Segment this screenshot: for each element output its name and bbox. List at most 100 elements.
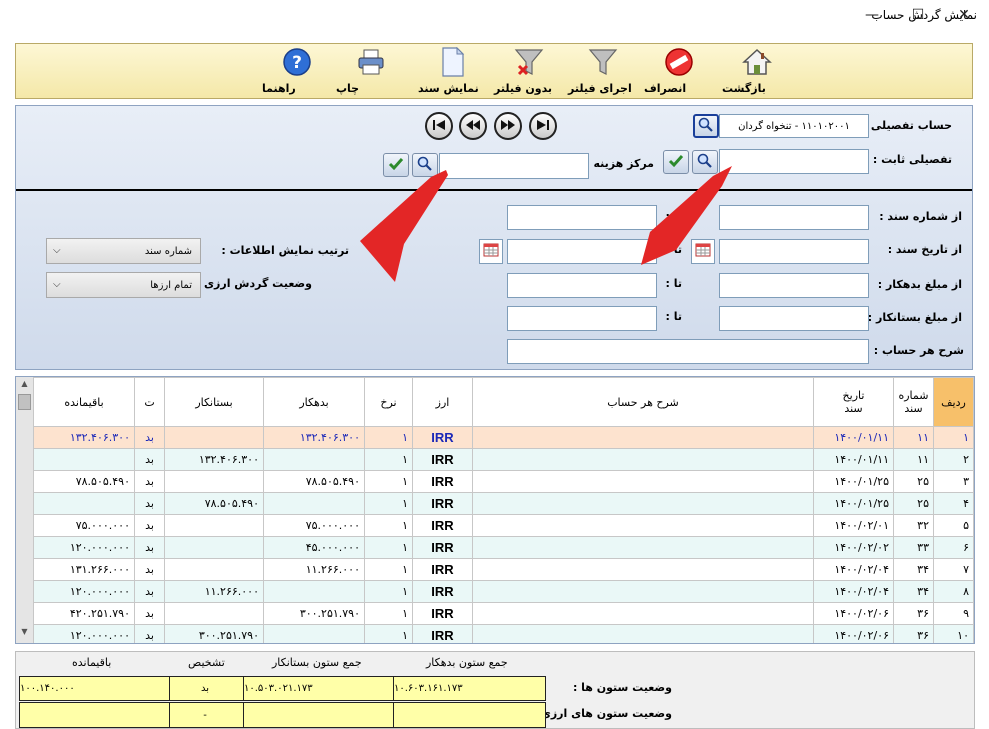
currency-columns-status-label: وضعیت ستون های ارزی : <box>532 707 672 720</box>
to-doc-no-field[interactable] <box>507 205 657 230</box>
col-credit-header[interactable]: بستانکار <box>164 377 264 427</box>
table-row[interactable]: ۳ ۲۵ ۱۴۰۰/۰۱/۲۵ IRR ۱ ۷۸.۵۰۵.۴۹۰ بد ۷۸.۵… <box>33 470 974 493</box>
maximize-button[interactable]: ☐ <box>895 0 941 30</box>
cost-center-search-button[interactable] <box>412 153 438 177</box>
to-credit-field[interactable] <box>507 306 657 331</box>
no-entry-icon <box>664 47 694 77</box>
detail-account-search-button[interactable] <box>693 114 719 138</box>
description-label: شرح هر حساب : <box>873 344 964 357</box>
table-row[interactable]: ۲ ۱۱ ۱۴۰۰/۰۱/۱۱ IRR ۱ ۱۳۲.۴۰۶.۳۰۰ بد <box>33 448 974 471</box>
fixed-detail-field[interactable] <box>719 149 869 174</box>
no-filter-button[interactable]: بدون فیلتر <box>494 47 564 97</box>
to-date-calendar-button[interactable] <box>479 239 503 264</box>
cell-diagnosis: بد <box>134 558 165 581</box>
fixed-detail-confirm-button[interactable] <box>663 150 689 174</box>
cell-row: ۲ <box>933 448 974 471</box>
funnel-remove-icon <box>514 47 544 77</box>
cell-balance: ۱۲۰.۰۰۰.۰۰۰ <box>33 536 135 559</box>
table-row[interactable]: ۱ ۱۱ ۱۴۰۰/۰۱/۱۱ IRR ۱ ۱۳۲.۴۰۶.۳۰۰ بد ۱۳۲… <box>33 426 974 449</box>
cell-doc-no: ۱۱ <box>893 426 934 449</box>
home-icon <box>742 47 772 77</box>
print-button[interactable]: چاپ <box>336 47 406 97</box>
cell-rate: ۱ <box>364 470 413 493</box>
cell-rate: ۱ <box>364 426 413 449</box>
show-doc-button[interactable]: نمایش سند <box>418 47 488 97</box>
cell-date: ۱۴۰۰/۰۱/۱۱ <box>813 426 894 449</box>
from-doc-date-field[interactable] <box>719 239 869 264</box>
cell-doc-no: ۳۴ <box>893 580 934 603</box>
fixed-detail-search-button[interactable] <box>692 150 718 174</box>
table-row[interactable]: ۷ ۳۴ ۱۴۰۰/۰۲/۰۴ IRR ۱ ۱۱.۲۶۶.۰۰۰ بد ۱۳۱.… <box>33 558 974 581</box>
close-button[interactable]: ✕ <box>941 0 987 30</box>
summary-panel: جمع ستون بدهکار جمع ستون بستانکار تشخیص … <box>15 651 975 729</box>
table-row[interactable]: ۵ ۳۲ ۱۴۰۰/۰۲/۰۱ IRR ۱ ۷۵.۰۰۰.۰۰۰ بد ۷۵.۰… <box>33 514 974 537</box>
title-bar: نمایش گردش حساب — ☐ ✕ <box>0 0 989 32</box>
back-button[interactable]: بازگشت <box>722 47 792 97</box>
cell-credit <box>164 514 264 537</box>
last-record-button[interactable] <box>529 112 557 140</box>
from-doc-no-label: از شماره سند : <box>879 210 962 223</box>
cell-row: ۸ <box>933 580 974 603</box>
cancel-button[interactable]: انصراف <box>644 47 714 97</box>
table-row[interactable]: ۸ ۳۴ ۱۴۰۰/۰۲/۰۴ IRR ۱ ۱۱.۲۶۶.۰۰۰ بد ۱۲۰.… <box>33 580 974 603</box>
cost-center-field[interactable] <box>439 153 589 179</box>
scroll-down-icon[interactable]: ▼ <box>16 627 33 641</box>
description-field[interactable] <box>507 339 869 364</box>
chevron-down-icon: ⌵ <box>53 279 61 290</box>
from-debit-field[interactable] <box>719 273 869 298</box>
previous-record-button[interactable] <box>459 112 487 140</box>
cell-currency: IRR <box>412 492 473 515</box>
apply-filter-button[interactable]: اجرای فیلتر <box>568 47 638 97</box>
detail-account-field[interactable]: ۱۱۰۱۰۲۰۰۱ - تنخواه گردان <box>719 114 869 138</box>
to-doc-date-label: تا : <box>665 243 683 256</box>
chevron-down-icon: ⌵ <box>53 245 61 256</box>
document-icon <box>438 47 468 77</box>
cell-balance <box>33 492 135 515</box>
next-record-button[interactable] <box>494 112 522 140</box>
cell-currency: IRR <box>412 470 473 493</box>
checkmark-icon <box>668 154 684 171</box>
from-doc-no-field[interactable] <box>719 205 869 230</box>
from-credit-field[interactable] <box>719 306 869 331</box>
col-currency-header[interactable]: ارز <box>412 377 473 427</box>
cell-currency: IRR <box>412 448 473 471</box>
currency-diagnosis-cell: - <box>169 702 244 728</box>
minimize-button[interactable]: — <box>849 0 895 30</box>
cell-diagnosis: بد <box>134 602 165 625</box>
col-rate-header[interactable]: نرخ <box>364 377 413 427</box>
col-debit-header[interactable]: بدهکار <box>263 377 365 427</box>
scroll-thumb[interactable] <box>18 394 31 410</box>
currency-status-select[interactable]: تمام ارزها ⌵ <box>46 272 201 298</box>
first-record-button[interactable] <box>425 112 453 140</box>
cell-description <box>472 580 814 603</box>
magnifier-icon <box>697 153 713 172</box>
col-balance-header[interactable]: باقیمانده <box>33 377 135 427</box>
help-button[interactable]: ? راهنما <box>262 47 332 97</box>
table-row[interactable]: ۴ ۲۵ ۱۴۰۰/۰۱/۲۵ IRR ۱ ۷۸.۵۰۵.۴۹۰ بد <box>33 492 974 515</box>
from-date-calendar-button[interactable] <box>691 239 715 264</box>
to-debit-field[interactable] <box>507 273 657 298</box>
grid-scrollbar[interactable]: ▲ ▼ <box>16 377 33 643</box>
currency-status-label: وضعیت گردش ارزی : <box>195 277 312 290</box>
cost-center-confirm-button[interactable] <box>383 153 409 177</box>
summary-balance-header: باقیمانده <box>72 656 112 669</box>
apply-filter-label: اجرای فیلتر <box>568 82 632 95</box>
col-row-header[interactable]: ردیف <box>933 377 974 427</box>
cell-date: ۱۴۰۰/۰۲/۰۴ <box>813 558 894 581</box>
cell-rate: ۱ <box>364 492 413 515</box>
to-doc-date-field[interactable] <box>507 239 657 264</box>
col-doc-no-header[interactable]: شماره سند <box>893 377 934 427</box>
cell-currency: IRR <box>412 580 473 603</box>
cell-debit <box>263 492 365 515</box>
col-description-header[interactable]: شرح هر حساب <box>472 377 814 427</box>
currency-balance-cell <box>19 702 170 728</box>
cell-row: ۷ <box>933 558 974 581</box>
diagnosis-cell: بد <box>169 676 244 701</box>
scroll-up-icon[interactable]: ▲ <box>16 379 33 393</box>
table-row[interactable]: ۹ ۳۶ ۱۴۰۰/۰۲/۰۶ IRR ۱ ۳۰۰.۲۵۱.۷۹۰ بد ۴۲۰… <box>33 602 974 625</box>
table-row[interactable]: ۶ ۳۳ ۱۴۰۰/۰۲/۰۲ IRR ۱ ۴۵.۰۰۰.۰۰۰ بد ۱۲۰.… <box>33 536 974 559</box>
col-diagnosis-header[interactable]: ت <box>134 377 165 427</box>
table-row[interactable]: ۱۰ ۳۶ ۱۴۰۰/۰۲/۰۶ IRR ۱ ۳۰۰.۲۵۱.۷۹۰ بد ۱۲… <box>33 624 974 643</box>
display-order-select[interactable]: شماره سند ⌵ <box>46 238 201 264</box>
col-doc-date-header[interactable]: تاریخ سند <box>813 377 894 427</box>
